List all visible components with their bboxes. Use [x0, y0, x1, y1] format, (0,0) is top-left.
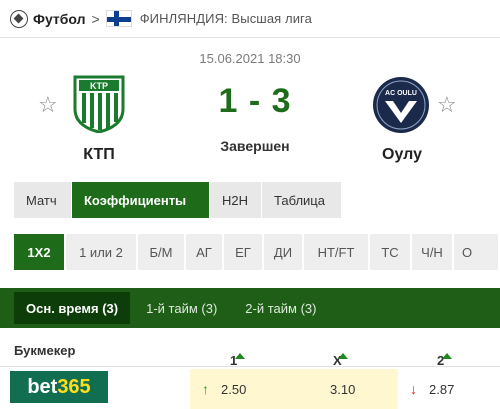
odds-home-value: 2.50	[221, 381, 247, 397]
period-tabs: Осн. время (3) 1-й тайм (3) 2-й тайм (3)	[0, 288, 500, 328]
bet365-logo[interactable]: bet 365	[10, 371, 108, 403]
market-tab-1-or-2[interactable]: 1 или 2	[66, 234, 138, 270]
arrow-down-icon: ↓	[410, 381, 417, 397]
oulu-logo[interactable]: AC OULU	[371, 74, 431, 136]
caret-up-icon	[235, 353, 245, 359]
soccer-ball-icon	[10, 9, 28, 28]
oulu-logo-text: AC OULU	[385, 90, 417, 97]
market-tabs: 1X2 1 или 2 Б/М АГ ЕГ ДИ HT/FT ТС Ч/Н О	[14, 234, 500, 270]
arrow-up-icon: ↑	[202, 381, 209, 397]
breadcrumb-separator: >	[91, 10, 100, 27]
period-tab-second-half[interactable]: 2-й тайм (3)	[233, 292, 328, 324]
period-tab-full-time[interactable]: Осн. время (3)	[14, 292, 131, 324]
favorite-away-star-icon[interactable]: ☆	[437, 92, 457, 118]
tab-odds[interactable]: Коэффициенты	[72, 182, 210, 218]
match-status: Завершен	[220, 138, 290, 154]
period-tab-first-half[interactable]: 1-й тайм (3)	[134, 292, 229, 324]
breadcrumb: Футбол > ФИНЛЯНДИЯ: Высшая лига	[0, 0, 500, 38]
market-tab-double-chance[interactable]: ДИ	[264, 234, 304, 270]
header-bookmaker: Букмекер	[14, 343, 76, 358]
market-tab-over-under[interactable]: Б/М	[138, 234, 186, 270]
market-tab-asian-handicap[interactable]: АГ	[186, 234, 224, 270]
breadcrumb-sport-link[interactable]: Футбол	[33, 11, 86, 27]
match-score: 1 - 3	[218, 82, 292, 120]
odds-away-cell[interactable]: ↓ 2.87	[398, 369, 500, 409]
odds-home-cell[interactable]: ↑ 2.50	[190, 369, 294, 409]
match-tabs: Матч Коэффициенты H2H Таблица	[14, 182, 342, 218]
tab-match[interactable]: Матч	[14, 182, 72, 218]
finland-flag-icon	[105, 10, 132, 27]
market-tab-correct-score[interactable]: ТС	[370, 234, 412, 270]
favorite-home-star-icon[interactable]: ☆	[38, 92, 58, 118]
tab-table[interactable]: Таблица	[262, 182, 342, 218]
market-tab-ht-ft[interactable]: HT/FT	[304, 234, 370, 270]
market-tab-odd-even[interactable]: Ч/Н	[412, 234, 454, 270]
tab-h2h[interactable]: H2H	[210, 182, 262, 218]
market-tab-more[interactable]: О	[454, 234, 500, 270]
bet365-logo-text-b: 365	[57, 375, 91, 398]
table-row: bet 365 ↑ 2.50 3.10 ↓ 2.87	[0, 369, 500, 409]
away-team-name[interactable]: Оулу	[352, 146, 452, 164]
home-team-name[interactable]: КТП	[49, 146, 149, 164]
odds-away-value: 2.87	[429, 381, 455, 397]
breadcrumb-league-link[interactable]: ФИНЛЯНДИЯ: Высшая лига	[140, 11, 312, 26]
market-tab-european-handicap[interactable]: ЕГ	[224, 234, 264, 270]
ktp-logo-text: KTP	[90, 81, 108, 91]
odds-draw-cell[interactable]: 3.10	[294, 369, 398, 409]
match-datetime: 15.06.2021 18:30	[199, 51, 301, 66]
odds-table-header: Букмекер 1 X 2	[0, 333, 500, 368]
ktp-logo[interactable]: KTP	[73, 75, 125, 133]
market-tab-1x2[interactable]: 1X2	[14, 234, 66, 270]
odds-draw-value: 3.10	[330, 381, 356, 397]
caret-up-icon	[338, 353, 348, 359]
bet365-logo-text-a: bet	[27, 375, 58, 398]
caret-up-icon	[442, 353, 452, 359]
